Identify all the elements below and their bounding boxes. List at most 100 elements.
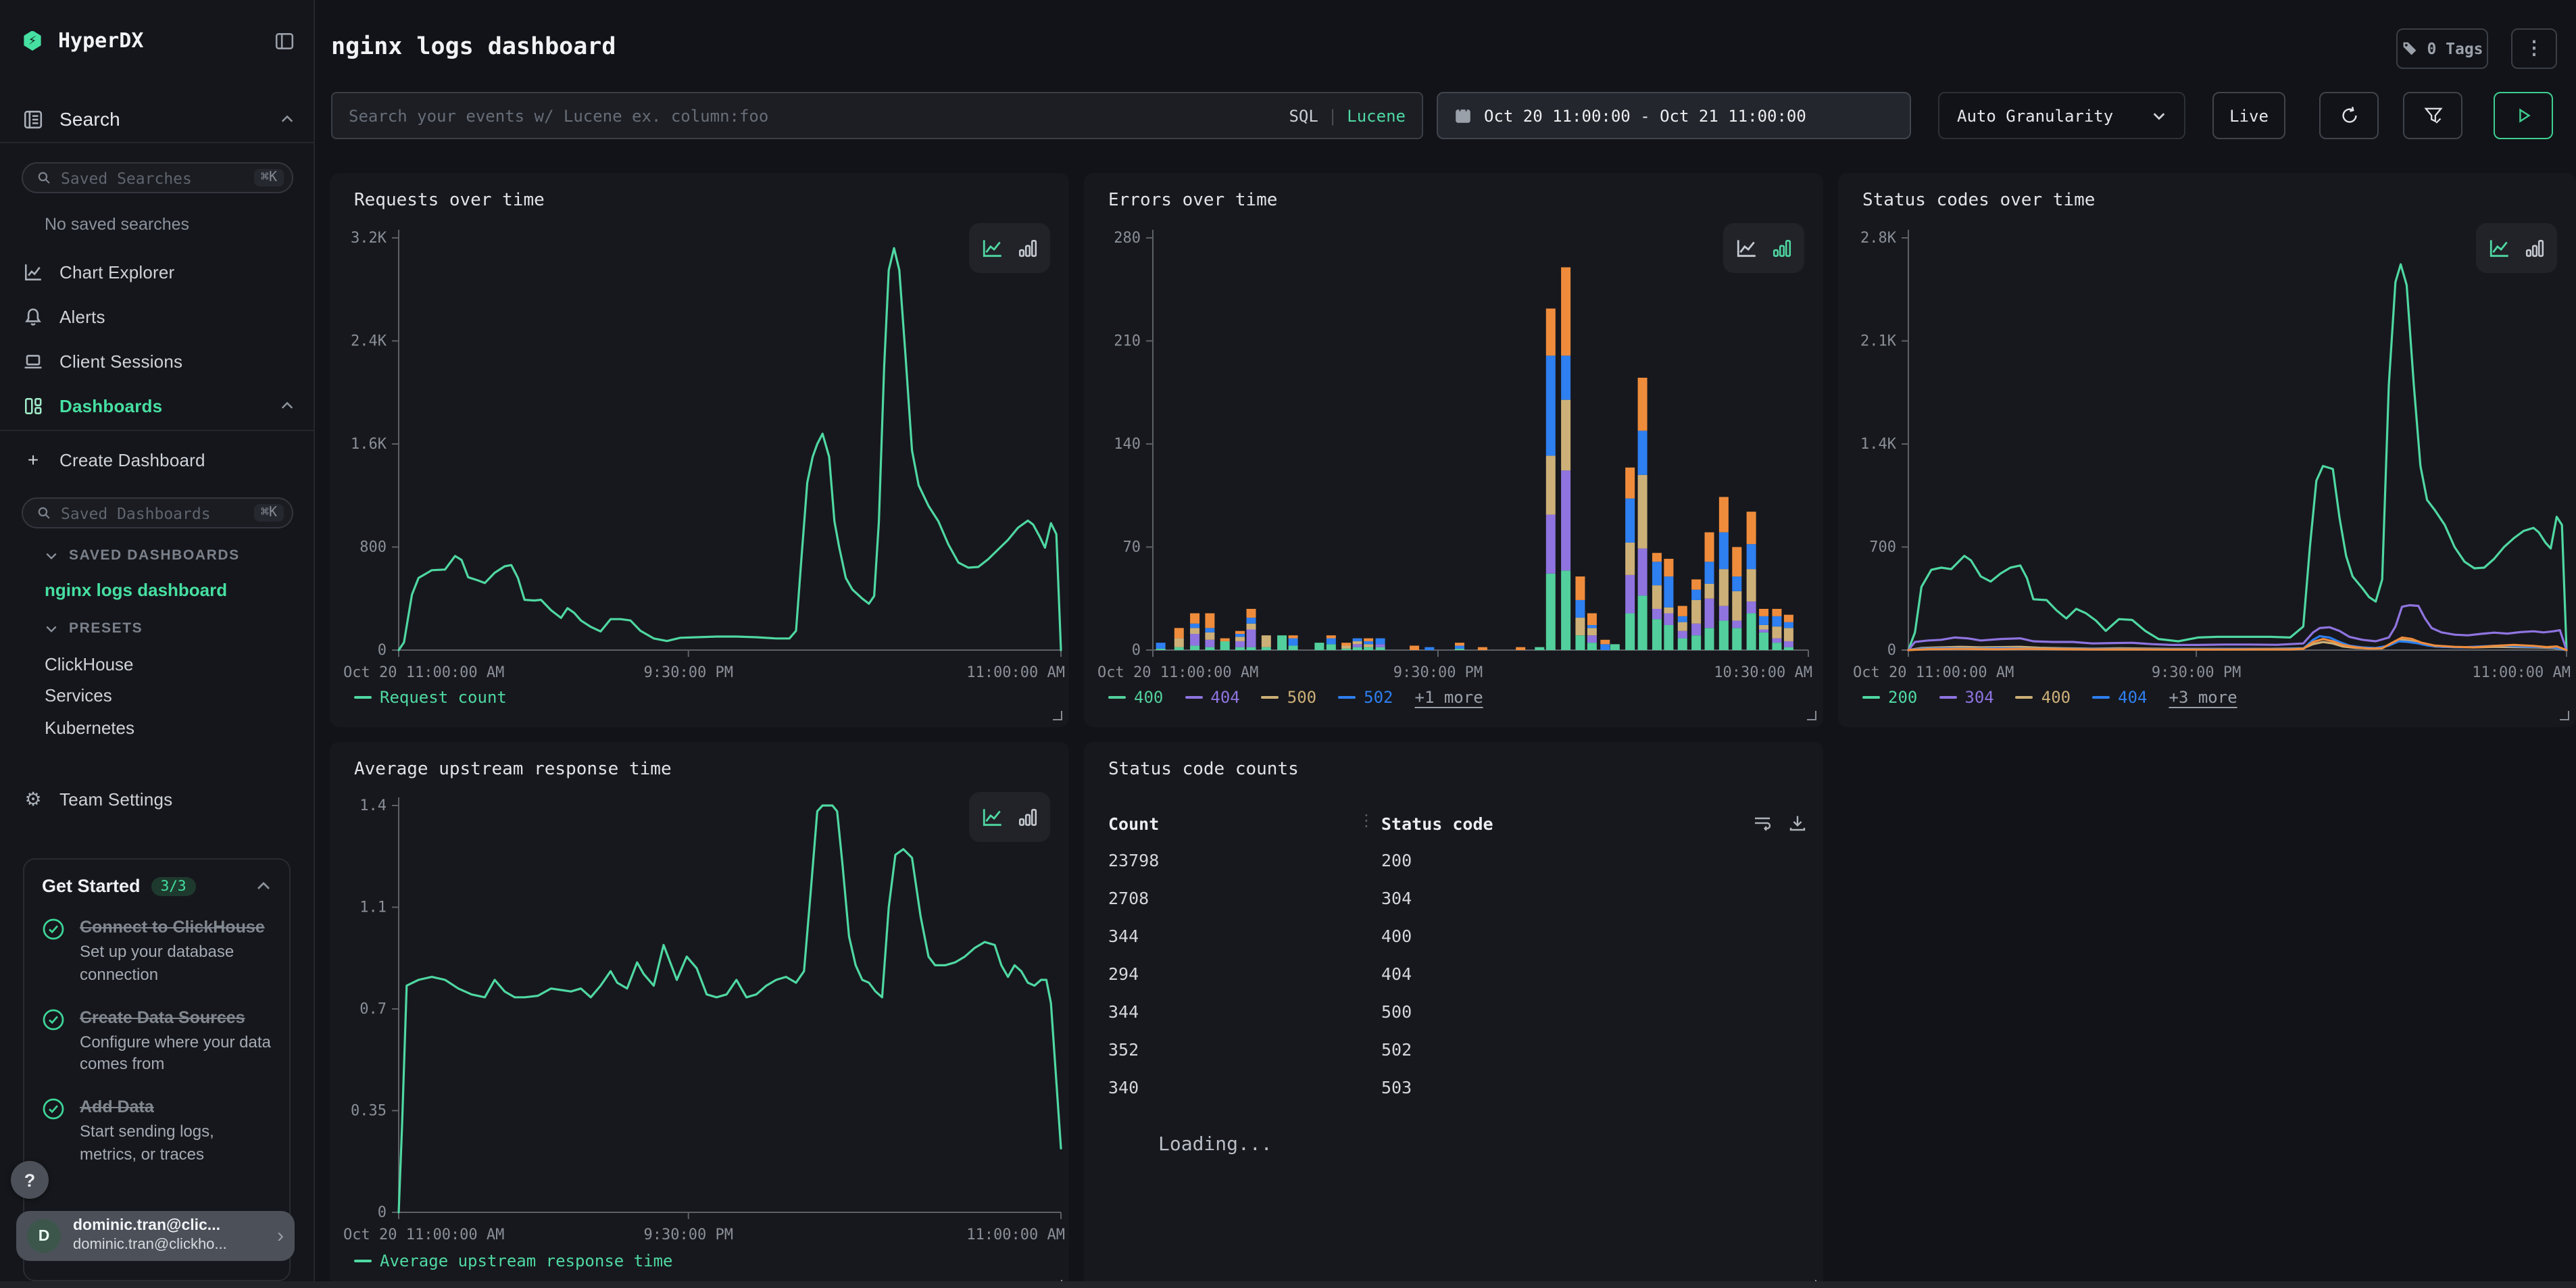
panel-status-code-counts: Status code counts Count ⋮ Status code 2… [1084, 742, 1823, 1288]
legend-swatch [2092, 696, 2110, 699]
panel-resize-handle[interactable] [2560, 711, 2569, 720]
wrap-lines-icon[interactable] [1753, 814, 1772, 833]
svg-text:9:30:00 PM: 9:30:00 PM [644, 1227, 733, 1243]
chart-legend: Average upstream response time [354, 1252, 673, 1270]
live-button[interactable]: Live [2212, 92, 2285, 139]
svg-text:Oct 20 11:00:00 AM: Oct 20 11:00:00 AM [343, 1227, 504, 1243]
panel-resize-handle[interactable] [1053, 711, 1062, 720]
svg-text:1.6K: 1.6K [351, 436, 387, 453]
svg-text:11:00:00 AM: 11:00:00 AM [966, 1227, 1065, 1243]
refresh-button[interactable] [2319, 92, 2379, 139]
saved-searches-input[interactable]: ⌘K [22, 162, 293, 193]
sidebar: ⚡ HyperDX Search [0, 0, 315, 1288]
user-name: dominic.tran@clic... [73, 1217, 227, 1237]
run-query-button[interactable] [2494, 92, 2553, 139]
legend-swatch [1939, 696, 1956, 699]
chart-explorer-icon [23, 262, 43, 282]
legend-item: 404 [2092, 688, 2147, 707]
requests-chart-canvas[interactable]: 3.2K2.4K1.6K8000Oct 20 11:00:00 AM9:30:0… [330, 173, 1069, 727]
dashboards-icon [23, 395, 43, 416]
sidebar-item-services[interactable]: Services [45, 685, 112, 705]
sidebar-item-search[interactable]: Search [23, 103, 295, 135]
svg-text:10:30:00 AM: 10:30:00 AM [1714, 664, 1812, 681]
sidebar-item-client-sessions[interactable]: Client Sessions [23, 345, 295, 377]
chevron-up-icon[interactable] [255, 878, 272, 894]
sidebar-collapse-button[interactable] [274, 30, 295, 51]
event-search-input[interactable] [349, 106, 1275, 125]
refresh-icon [2339, 105, 2359, 126]
panel-title: Status code counts [1108, 760, 1299, 780]
create-dashboard-button[interactable]: + Create Dashboard [23, 443, 295, 476]
svg-text:0.35: 0.35 [351, 1103, 387, 1120]
sidebar-item-alerts[interactable]: Alerts [23, 300, 295, 332]
legend-swatch [354, 696, 372, 699]
saved-dashboards-field[interactable] [61, 503, 245, 522]
legend-item: 304 [1939, 688, 1993, 707]
task-desc: Start sending logs, metrics, or traces [80, 1120, 272, 1166]
plus-icon: + [23, 449, 43, 470]
download-icon[interactable] [1788, 814, 1807, 833]
saved-dashboards-section[interactable]: SAVED DASHBOARDS [45, 547, 240, 564]
get-started-task-sources[interactable]: Create Data Sources Configure where your… [42, 1005, 272, 1076]
query-language-toggle: SQL | Lucene [1289, 106, 1406, 125]
svg-text:0: 0 [1887, 642, 1896, 659]
get-started-task-add-data[interactable]: Add Data Start sending logs, metrics, or… [42, 1095, 272, 1166]
main-content: nginx logs dashboard 0 Tags ⋮ SQL | Luce… [315, 0, 2576, 1288]
get-started-task-connect[interactable]: Connect to ClickHouse Set up your databa… [42, 915, 272, 986]
sidebar-item-clickhouse[interactable]: ClickHouse [45, 654, 134, 674]
sidebar-item-kubernetes[interactable]: Kubernetes [45, 718, 134, 738]
legend-item: 404 [1185, 688, 1239, 707]
legend-item: 502 [1338, 688, 1393, 707]
sidebar-item-chart-explorer[interactable]: Chart Explorer [23, 255, 295, 288]
legend-swatch [1108, 696, 1126, 699]
column-drag-handle[interactable]: ⋮ [1358, 811, 1373, 830]
svg-text:0: 0 [378, 1204, 387, 1221]
svg-text:11:00:00 AM: 11:00:00 AM [2472, 664, 2571, 681]
svg-text:Oct 20 11:00:00 AM: Oct 20 11:00:00 AM [1097, 664, 1258, 681]
upstream-chart-canvas[interactable]: 1.41.10.70.350Oct 20 11:00:00 AM9:30:00 … [330, 742, 1069, 1288]
chevron-up-icon[interactable] [280, 112, 295, 126]
bell-icon [23, 306, 43, 326]
granularity-select[interactable]: Auto Granularity [1938, 92, 2185, 139]
table-column-header-status-code[interactable]: Status code [1381, 814, 1493, 837]
legend-item[interactable]: +3 more [2169, 688, 2237, 707]
status-code-cell: 304 [1381, 888, 1412, 908]
legend-swatch [1338, 696, 1356, 699]
brand-name: HyperDX [58, 28, 143, 53]
chevron-up-icon[interactable] [280, 398, 295, 413]
sidebar-item-nginx-dashboard[interactable]: nginx logs dashboard [45, 580, 227, 600]
panel-status-codes-over-time: Status codes over time 2.8K2.1K1.4K7000O… [1838, 173, 2576, 727]
lucene-toggle[interactable]: Lucene [1347, 106, 1406, 125]
check-circle-icon [42, 1008, 65, 1076]
date-range-picker[interactable]: Oct 20 11:00:00 - Oct 21 11:00:00 [1437, 92, 1911, 139]
panel-avg-upstream-response: Average upstream response time 1.41.10.7… [330, 742, 1069, 1288]
filter-button[interactable] [2403, 92, 2462, 139]
svg-text:0: 0 [378, 642, 387, 659]
table-column-header-count[interactable]: Count [1108, 814, 1159, 837]
saved-dashboards-input[interactable]: ⌘K [22, 497, 293, 528]
page-title: nginx logs dashboard [331, 34, 616, 61]
status-codes-chart-canvas[interactable]: 2.8K2.1K1.4K7000Oct 20 11:00:00 AM9:30:0… [1838, 173, 2576, 727]
tags-button[interactable]: 0 Tags [2396, 28, 2488, 69]
svg-text:11:00:00 AM: 11:00:00 AM [966, 664, 1065, 681]
saved-searches-field[interactable] [61, 168, 245, 187]
legend-item: Request count [354, 688, 507, 707]
horizontal-scrollbar[interactable] [0, 1281, 2576, 1288]
sidebar-item-dashboards[interactable]: Dashboards [23, 389, 295, 422]
sql-toggle[interactable]: SQL [1289, 106, 1318, 125]
errors-chart-canvas[interactable]: 280210140700Oct 20 11:00:00 AM9:30:00 PM… [1084, 173, 1823, 727]
svg-text:280: 280 [1114, 230, 1141, 247]
chevron-down-icon [45, 549, 58, 562]
dashboard-menu-button[interactable]: ⋮ [2511, 28, 2557, 69]
panel-resize-handle[interactable] [1807, 711, 1816, 720]
table-row: 344500 [1084, 1001, 1823, 1024]
get-started-title: Get Started [42, 876, 141, 896]
help-button[interactable]: ? [11, 1161, 49, 1199]
presets-section[interactable]: PRESETS [45, 620, 143, 637]
user-menu[interactable]: D dominic.tran@clic... dominic.tran@clic… [16, 1211, 295, 1261]
legend-item[interactable]: +1 more [1415, 688, 1483, 707]
search-icon [36, 170, 51, 185]
panel-errors-over-time: Errors over time 280210140700Oct 20 11:0… [1084, 173, 1823, 727]
sidebar-item-team-settings[interactable]: ⚙ Team Settings [23, 783, 295, 815]
legend-swatch [354, 1260, 372, 1262]
